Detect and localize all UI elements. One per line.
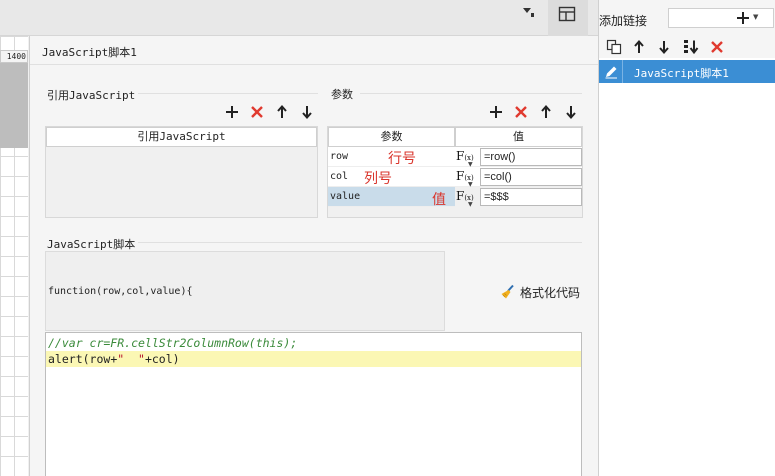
param-name: value: [330, 191, 361, 202]
links-panel: JavaScript脚本1: [598, 36, 775, 476]
link-item-icon-cell: [599, 60, 623, 83]
copy-icon[interactable]: [606, 39, 622, 55]
function-signature-box: function(row,col,value){: [45, 251, 445, 331]
param-name: col: [330, 171, 349, 182]
imports-divider: [138, 93, 318, 94]
collapse-corner-icon[interactable]: [520, 4, 536, 20]
imports-add-icon[interactable]: [224, 104, 240, 120]
imports-move-down-icon[interactable]: [299, 104, 315, 120]
link-item-label: JavaScript脚本1: [634, 67, 729, 80]
params-column-param: 参数: [328, 127, 455, 147]
params-panel: 参数 值 row 行号 F(x) ▼ =row() col 列号 F(x) ▼ =c…: [327, 126, 583, 218]
code-editor[interactable]: //var cr=FR.cellStr2ColumnRow(this); ale…: [45, 332, 582, 476]
param-value-input[interactable]: =col(): [480, 168, 582, 186]
script-divider: [138, 242, 582, 243]
links-toolbar: [599, 36, 775, 58]
script-section-title: JavaScript脚本: [47, 238, 136, 251]
add-icon: [737, 12, 749, 24]
javascript-dialog: JavaScript脚本1 引用JavaScript 引用JavaScript …: [29, 36, 599, 476]
formula-icon[interactable]: F(x) ▼: [456, 189, 478, 208]
ruler-label: 1400: [0, 50, 28, 63]
imports-column-header: 引用JavaScript: [46, 127, 317, 147]
param-row-value[interactable]: value 值: [328, 187, 455, 208]
param-row-col[interactable]: col 列号 F(x) ▼ =col(): [328, 167, 582, 188]
function-signature: function(row,col,value){: [48, 286, 193, 297]
params-section-title: 参数: [331, 88, 353, 101]
layout-toggle-button[interactable]: [548, 0, 588, 36]
params-column-value: 值: [455, 127, 582, 147]
sort-icon[interactable]: [683, 39, 699, 55]
broom-icon: [501, 284, 514, 299]
params-move-up-icon[interactable]: [538, 104, 554, 120]
params-delete-icon[interactable]: [513, 104, 529, 120]
formula-icon[interactable]: F(x) ▼: [456, 149, 478, 168]
param-name: row: [330, 151, 349, 162]
params-divider: [360, 93, 582, 94]
links-panel-title: 添加链接: [599, 14, 648, 28]
code-line-alert: alert(row+" "+col): [46, 351, 581, 367]
sheet-selected-region: [0, 62, 28, 148]
add-link-dropdown[interactable]: ▼: [668, 8, 774, 28]
imports-delete-icon[interactable]: [249, 104, 265, 120]
chevron-down-icon: ▼: [753, 13, 759, 21]
formula-icon[interactable]: F(x) ▼: [456, 169, 478, 188]
format-code-button[interactable]: 格式化代码: [500, 283, 580, 301]
param-note: 行号: [388, 151, 416, 167]
imports-section-title: 引用JavaScript: [47, 89, 136, 102]
delete-icon[interactable]: [709, 39, 725, 55]
code-line-comment: //var cr=FR.cellStr2ColumnRow(this);: [48, 336, 298, 350]
top-toolbar: [0, 0, 598, 36]
format-code-label: 格式化代码: [520, 285, 581, 300]
layout-grid-icon: [558, 6, 576, 22]
param-note: 列号: [364, 171, 392, 187]
move-down-icon[interactable]: [656, 39, 672, 55]
dialog-title: JavaScript脚本1: [42, 46, 137, 59]
params-add-icon[interactable]: [488, 104, 504, 120]
move-up-icon[interactable]: [631, 39, 647, 55]
param-value-input[interactable]: =row(): [480, 148, 582, 166]
links-panel-header: 添加链接 ▼: [598, 0, 775, 36]
title-divider: [30, 64, 599, 65]
param-note: 值: [432, 192, 446, 208]
link-item-javascript[interactable]: JavaScript脚本1: [599, 60, 775, 83]
imports-move-up-icon[interactable]: [274, 104, 290, 120]
pencil-icon: [605, 66, 617, 79]
param-value-input[interactable]: =$$$: [480, 188, 582, 206]
param-row-row[interactable]: row 行号 F(x) ▼ =row(): [328, 147, 582, 168]
imports-panel: 引用JavaScript: [45, 126, 318, 218]
params-move-down-icon[interactable]: [563, 104, 579, 120]
